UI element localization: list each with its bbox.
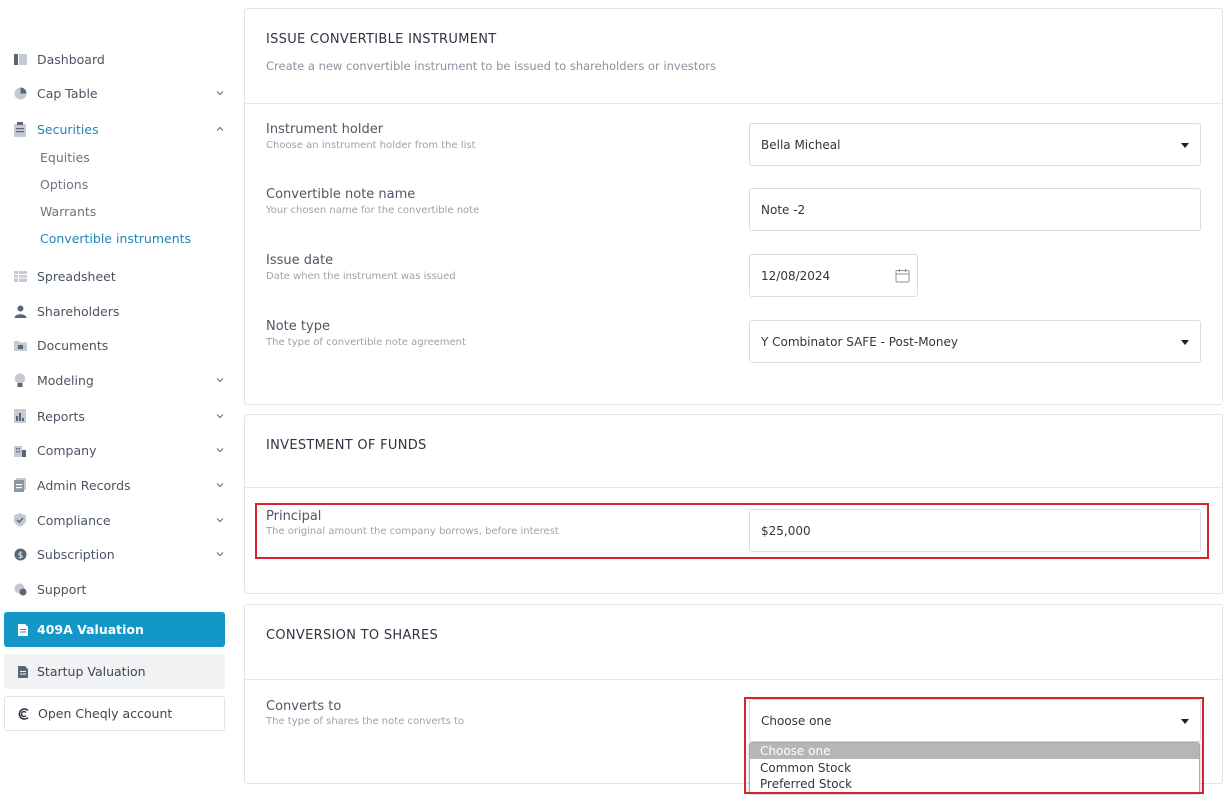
valuation-409a-button[interactable]: 409A Valuation (4, 612, 225, 647)
issue-convertible-instrument-card: ISSUE CONVERTIBLE INSTRUMENT Create a ne… (244, 8, 1223, 405)
sidebar-item-label: Reports (37, 408, 85, 424)
card-title: ISSUE CONVERTIBLE INSTRUMENT (266, 32, 497, 47)
sidebar-item-label: Modeling (37, 372, 94, 388)
sidebar-item-admin-records[interactable]: Admin Records (0, 472, 232, 498)
instrument-holder-select[interactable]: Bella Micheal (749, 123, 1201, 166)
card-title: CONVERSION TO SHARES (266, 628, 439, 643)
sidebar-item-label: Dashboard (37, 51, 105, 67)
convertible-note-name-value: Note -2 (761, 202, 806, 217)
sidebar-subitem-warrants[interactable]: Warrants (40, 201, 96, 221)
chevron-down-icon (216, 378, 224, 383)
sidebar-item-label: Cap Table (37, 85, 98, 101)
sidebar-item-documents[interactable]: Documents (0, 332, 232, 358)
sidebar-item-label: Shareholders (37, 303, 120, 319)
chevron-down-icon (216, 414, 224, 419)
note-type-help: The type of convertible note agreement (266, 337, 466, 348)
open-cheqly-account-button[interactable]: Open Cheqly account (4, 696, 225, 731)
startup-valuation-label: Startup Valuation (37, 664, 146, 679)
chevron-down-icon (216, 518, 224, 523)
sidebar-item-label: Compliance (37, 512, 111, 528)
converts-to-help: The type of shares the note converts to (266, 716, 465, 727)
building-icon (13, 443, 27, 457)
caret-down-icon (1181, 340, 1189, 345)
convertible-note-name-input[interactable]: Note -2 (749, 188, 1201, 231)
divider (245, 487, 1222, 488)
principal-highlight-box (255, 503, 1209, 559)
valuation-409a-label: 409A Valuation (37, 622, 144, 637)
sidebar-item-label: Subscription (37, 546, 115, 562)
card-title: INVESTMENT OF FUNDS (266, 438, 427, 453)
clipboard-icon (13, 121, 27, 137)
sidebar-item-label: Documents (37, 337, 109, 353)
instrument-holder-help: Choose an instrument holder from the lis… (266, 140, 476, 151)
sidebar-subitem-convertible-instruments[interactable]: Convertible instruments (40, 228, 191, 248)
chevron-down-icon (216, 91, 224, 96)
sidebar-item-label: Support (37, 581, 87, 597)
cheqly-logo-icon (18, 707, 30, 721)
lightbulb-icon (13, 372, 27, 387)
sidebar-subitem-options[interactable]: Options (40, 174, 88, 194)
issue-date-help: Date when the instrument was issued (266, 271, 456, 282)
svg-text:$: $ (17, 551, 23, 561)
issue-date-input[interactable]: 12/08/2024 (749, 254, 918, 297)
divider (245, 103, 1222, 104)
open-cheqly-account-label: Open Cheqly account (38, 706, 173, 721)
spreadsheet-icon (13, 269, 27, 283)
issue-date-label: Issue date (266, 253, 334, 268)
sidebar-item-spreadsheet[interactable]: Spreadsheet (0, 263, 232, 289)
divider (245, 679, 1222, 680)
dollar-coin-icon: $ (13, 547, 27, 561)
admin-records-icon (13, 478, 27, 492)
calendar-icon[interactable] (895, 268, 910, 283)
support-icon (13, 582, 27, 596)
sidebar: Dashboard Cap Table Securities Equities … (0, 0, 232, 795)
instrument-holder-label: Instrument holder (266, 122, 384, 137)
converts-to-label: Converts to (266, 699, 342, 714)
shield-check-icon (13, 513, 27, 527)
chevron-down-icon (216, 552, 224, 557)
card-subtitle: Create a new convertible instrument to b… (266, 59, 717, 73)
sidebar-item-label: Securities (37, 121, 99, 137)
sidebar-item-subscription[interactable]: $ Subscription (0, 541, 232, 567)
chevron-up-icon (216, 126, 224, 131)
instrument-holder-value: Bella Micheal (761, 137, 841, 152)
sidebar-subitem-equities[interactable]: Equities (40, 147, 90, 167)
folder-icon (13, 338, 27, 352)
sidebar-item-cap-table[interactable]: Cap Table (0, 80, 232, 106)
sidebar-item-reports[interactable]: Reports (0, 403, 232, 429)
convertible-note-name-help: Your chosen name for the convertible not… (266, 205, 480, 216)
note-type-select[interactable]: Y Combinator SAFE - Post-Money (749, 320, 1201, 363)
dashboard-icon (13, 52, 27, 66)
reports-icon (13, 409, 27, 423)
sidebar-item-label: Admin Records (37, 477, 131, 493)
chevron-down-icon (216, 448, 224, 453)
note-type-value: Y Combinator SAFE - Post-Money (761, 334, 958, 349)
sidebar-item-support[interactable]: Support (0, 576, 232, 602)
sidebar-item-shareholders[interactable]: Shareholders (0, 298, 232, 324)
sidebar-item-compliance[interactable]: Compliance (0, 507, 232, 533)
startup-valuation-button[interactable]: Startup Valuation (4, 654, 225, 689)
sidebar-item-dashboard[interactable]: Dashboard (0, 46, 232, 72)
sidebar-item-company[interactable]: Company (0, 437, 232, 463)
issue-date-value: 12/08/2024 (761, 268, 831, 283)
document-icon (17, 623, 29, 637)
caret-down-icon (1181, 143, 1189, 148)
pie-chart-icon (13, 86, 27, 100)
sidebar-item-label: Spreadsheet (37, 268, 116, 284)
sidebar-item-securities[interactable]: Securities (0, 116, 232, 142)
note-type-label: Note type (266, 319, 330, 334)
sidebar-item-modeling[interactable]: Modeling (0, 367, 232, 393)
person-icon (13, 304, 27, 318)
converts-to-highlight-box (744, 697, 1204, 794)
sidebar-item-label: Company (37, 442, 97, 458)
document-icon (17, 665, 29, 679)
convertible-note-name-label: Convertible note name (266, 187, 416, 202)
chevron-down-icon (216, 483, 224, 488)
